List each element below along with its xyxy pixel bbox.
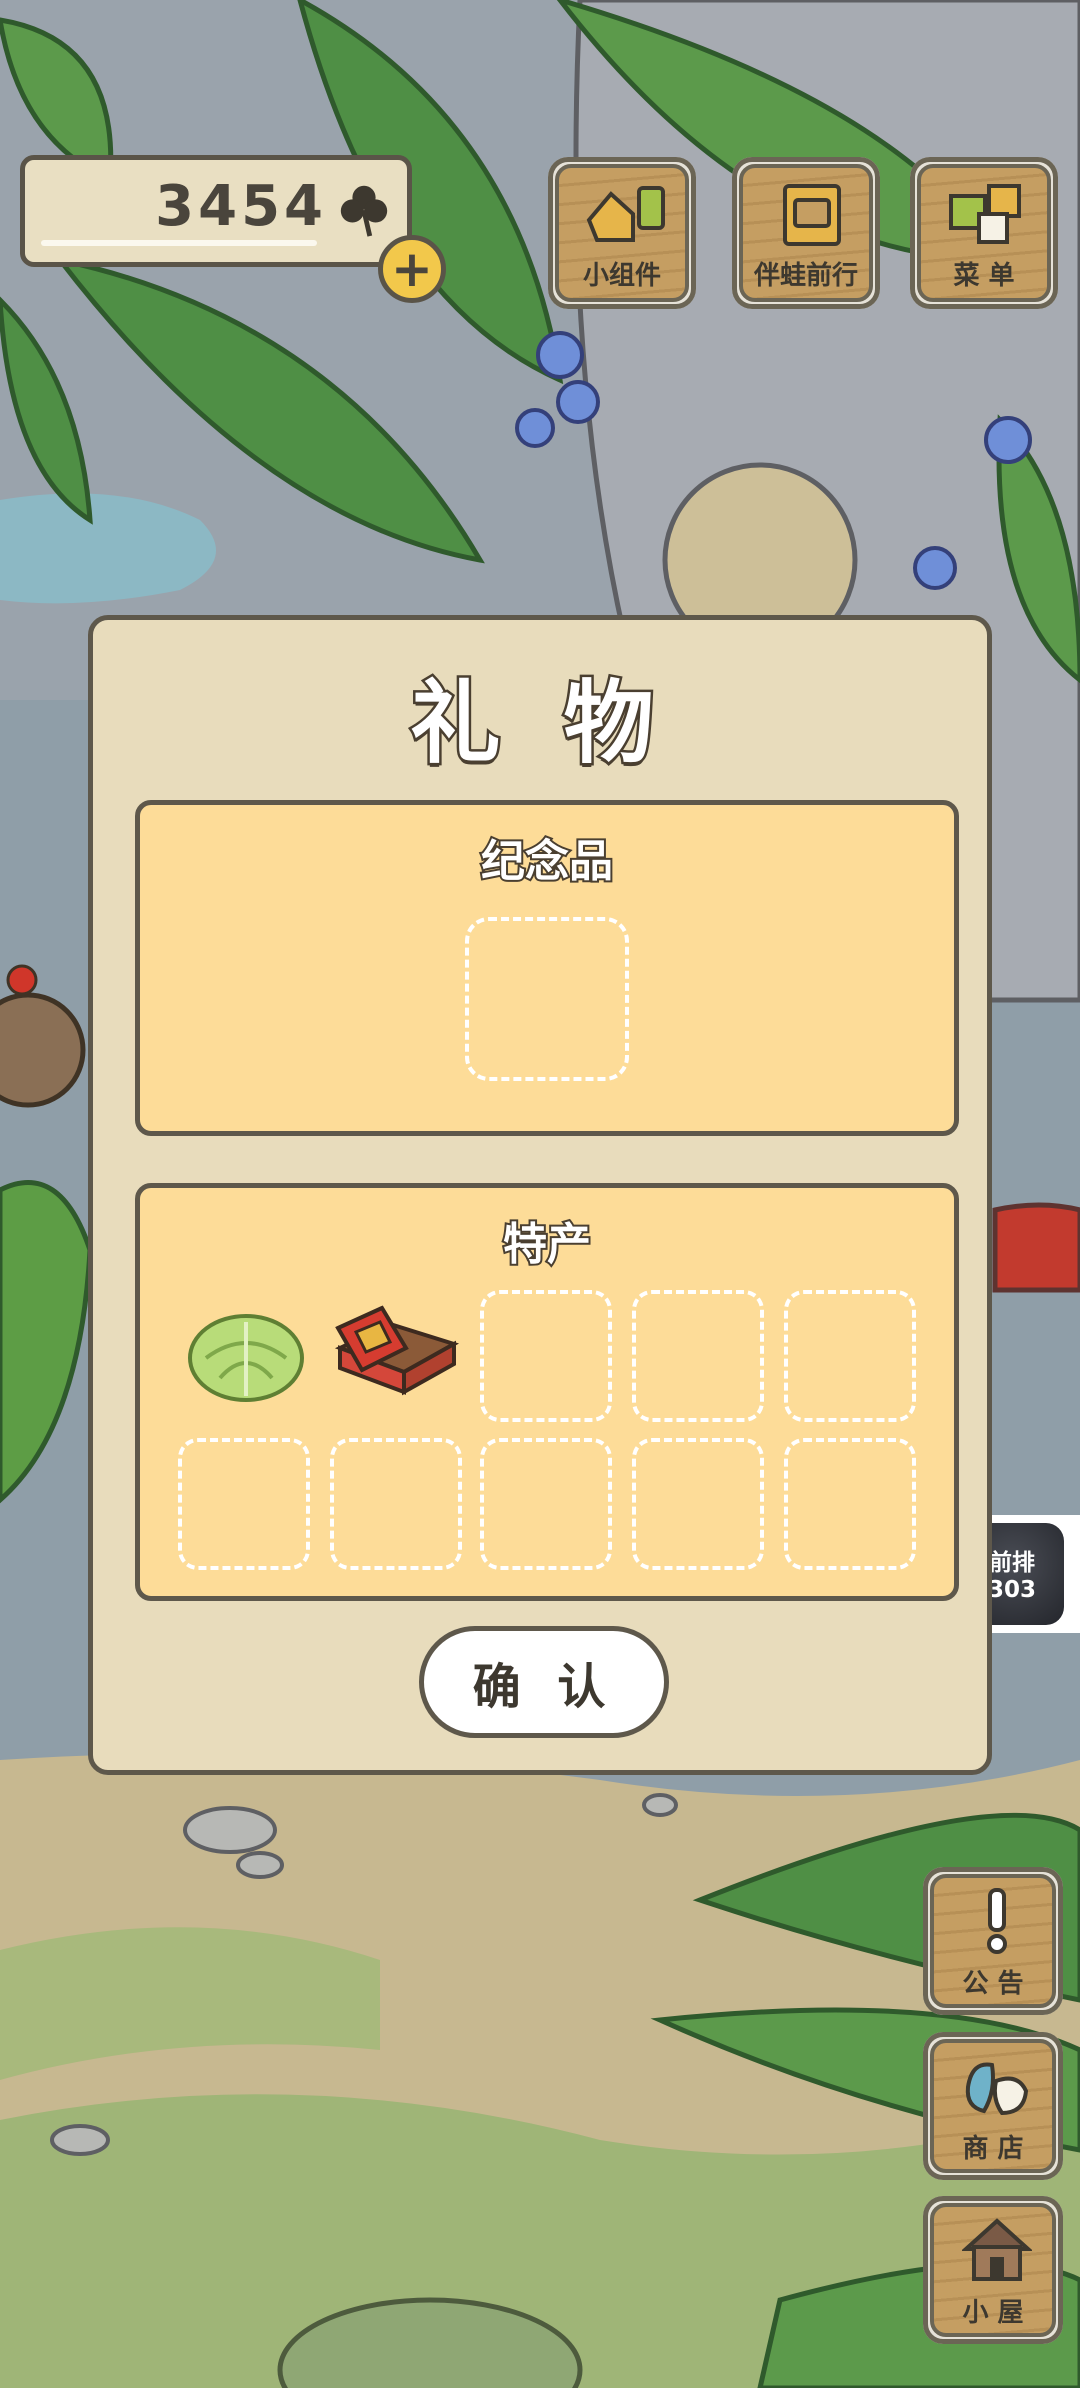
specialty-panel: 特产: [135, 1183, 959, 1601]
souvenir-title: 纪念品: [479, 834, 615, 889]
specialty-slot[interactable]: [178, 1438, 310, 1570]
dialog-title: 礼 物: [408, 669, 670, 779]
snack-box-icon[interactable]: [330, 1288, 462, 1420]
cabbage-icon[interactable]: [180, 1288, 312, 1420]
house-icon: [962, 2218, 1032, 2281]
confirm-button[interactable]: 确 认: [419, 1626, 669, 1738]
add-clover-button[interactable]: +: [378, 235, 446, 303]
widget-icon: [586, 186, 665, 242]
shop-bag-icon: [965, 2062, 1029, 2116]
shop-button[interactable]: 商 店: [923, 2032, 1063, 2180]
counter-underline: [41, 240, 317, 246]
gift-dialog: 礼 物 纪念品 特产 确 认: [88, 615, 992, 1775]
house-button[interactable]: 小 屋: [923, 2196, 1063, 2344]
souvenir-slot[interactable]: [465, 917, 629, 1081]
shop-label: 商 店: [962, 2134, 1024, 2164]
widget-label: 小组件: [582, 261, 661, 291]
notice-label: 公 告: [962, 1969, 1024, 1999]
specialty-slot[interactable]: [784, 1438, 916, 1570]
travel-journal-button[interactable]: 伴蛙前行: [732, 157, 880, 309]
notice-button[interactable]: 公 告: [923, 1867, 1063, 2015]
clover-counter: 3454: [20, 155, 412, 267]
clover-amount: 3454: [155, 174, 327, 239]
exclamation-icon: [987, 1888, 1007, 1954]
specialty-slot[interactable]: [632, 1290, 764, 1422]
journal-label: 伴蛙前行: [753, 261, 858, 291]
plus-icon: +: [391, 240, 433, 298]
house-label: 小 屋: [962, 2298, 1024, 2328]
specialty-slot[interactable]: [784, 1290, 916, 1422]
widget-button[interactable]: 小组件: [548, 157, 696, 309]
specialty-slot[interactable]: [330, 1438, 462, 1570]
specialty-title: 特产: [501, 1217, 593, 1272]
journal-icon: [783, 184, 841, 246]
menu-icon: [949, 184, 1021, 244]
menu-label: 菜 单: [953, 261, 1015, 291]
specialty-slot[interactable]: [480, 1290, 612, 1422]
menu-button[interactable]: 菜 单: [910, 157, 1058, 309]
clover-icon: [340, 185, 388, 237]
specialty-slot[interactable]: [480, 1438, 612, 1570]
specialty-slot[interactable]: [632, 1438, 764, 1570]
souvenir-panel: 纪念品: [135, 800, 959, 1136]
